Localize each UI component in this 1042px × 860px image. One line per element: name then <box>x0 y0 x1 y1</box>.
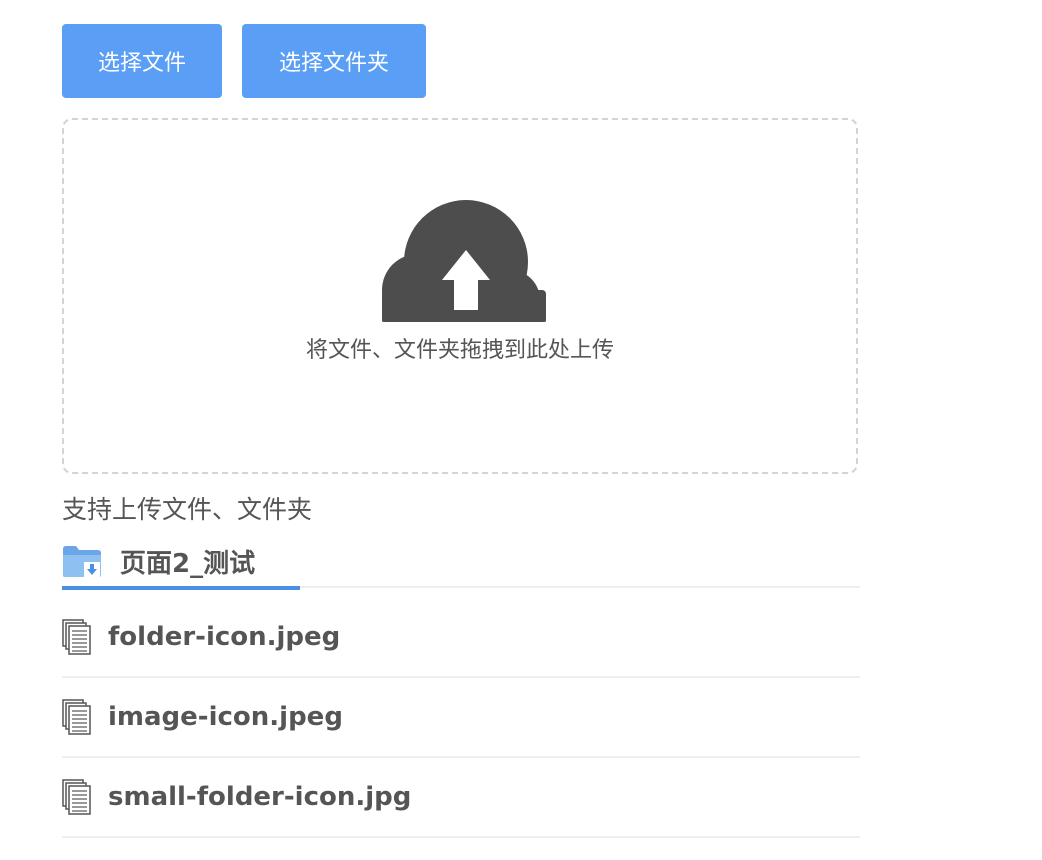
document-icon <box>62 699 91 735</box>
upload-hint: 支持上传文件、文件夹 <box>62 495 313 524</box>
document-icon <box>62 779 91 815</box>
upload-cloud-icon <box>382 200 546 324</box>
file-name: folder-icon.jpeg <box>108 622 341 652</box>
tab-label: 页面2_测试 <box>120 548 256 579</box>
file-row[interactable]: small-folder-icon.jpg <box>62 758 860 838</box>
document-icon <box>62 619 91 655</box>
folder-download-icon <box>63 546 101 577</box>
drop-zone[interactable]: 将文件、文件夹拖拽到此处上传 <box>62 118 858 474</box>
select-file-button[interactable]: 选择文件 <box>62 24 222 98</box>
drop-zone-text: 将文件、文件夹拖拽到此处上传 <box>305 338 614 363</box>
file-row[interactable]: image-icon.jpeg <box>62 678 860 758</box>
tab-page2-test[interactable]: 页面2_测试 <box>62 536 300 590</box>
file-row[interactable]: folder-icon.jpeg <box>62 598 860 678</box>
select-folder-button[interactable]: 选择文件夹 <box>242 24 426 98</box>
file-name: image-icon.jpeg <box>108 702 343 732</box>
file-name: small-folder-icon.jpg <box>108 782 412 812</box>
